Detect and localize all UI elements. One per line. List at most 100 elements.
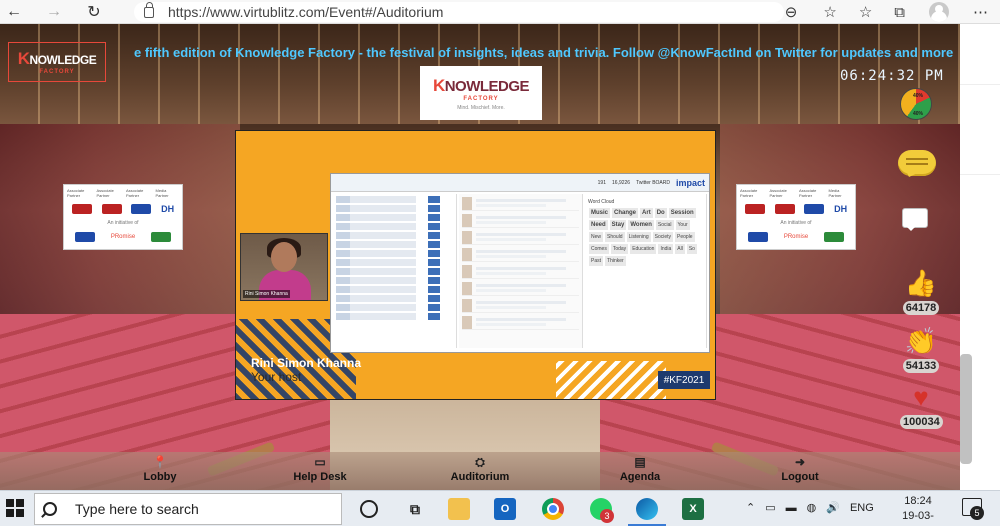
word-cloud-chip: Society [652,232,674,242]
event-logo-corner: KNOWLEDGE FACTORY [8,42,106,82]
sponsor-logo [74,232,95,242]
more-menu-icon[interactable]: ⋯ [973,3,988,21]
word-cloud-chip: Music [589,208,611,218]
word-cloud-chip: So [686,244,697,254]
file-explorer-icon[interactable] [448,498,470,520]
help-desk-icon: ▭ [314,455,326,469]
chat-icon[interactable] [898,150,936,176]
dashboard-brand: impact [675,177,705,188]
taskbar-search[interactable]: Type here to search [34,493,342,525]
nav-lobby[interactable]: 📍 Lobby [120,455,200,483]
system-tray: ⌃ ▭ ▬ ◍ 🔊 ENG [746,501,874,515]
event-clock: 06:24:32 PM [840,68,944,84]
reaction-clap[interactable]: 👏 54133 [900,326,942,374]
windows-taskbar: Type here to search ⧉ O 3 X ⌃ ▭ ▬ ◍ 🔊 EN… [0,490,1000,526]
reaction-heart[interactable]: ♥ 100034 [900,382,943,430]
address-bar[interactable]: https://www.virtublitz.com/Event#/Audito… [134,1,784,22]
nav-help-desk[interactable]: ▭ Help Desk [280,455,360,483]
nav-logout[interactable]: ➜ Logout [760,455,840,483]
word-cloud-chip: India [658,244,674,254]
decor-stripes [556,361,666,399]
word-cloud-chip: Session [668,208,696,218]
word-cloud-chip: Thinker [605,256,626,266]
network-icon[interactable]: ◍ [807,501,817,514]
news-ticker: e fifth edition of Knowledge Factory - t… [134,45,954,60]
chrome-icon[interactable] [542,498,564,520]
tray-expand-icon[interactable]: ⌃ [746,501,755,514]
edge-icon[interactable] [636,498,658,520]
sponsor-dh: DH [834,204,848,214]
heart-icon: ♥ [913,382,929,412]
word-cloud-chip: Stay [609,220,627,230]
page-scrollbar-thumb[interactable] [960,354,972,464]
favorite-star-icon[interactable]: ☆ [823,3,836,21]
reaction-count: 64178 [902,301,940,315]
tray-app-icon[interactable]: ▭ [765,501,775,514]
word-cloud-chip: Past [589,256,604,266]
notification-count: 5 [970,506,984,520]
profile-avatar[interactable] [929,2,949,22]
sponsor-logo [774,204,795,214]
word-cloud-chip: All [675,244,685,254]
logout-icon: ➜ [794,455,806,469]
word-cloud-chip: People [675,232,695,242]
excel-icon[interactable]: X [682,498,704,520]
agenda-icon: ▤ [634,455,646,469]
dashboard-word-cloud: Word Cloud Music Change Art Do Session Need St… [585,194,707,348]
word-cloud-chip: Today [610,244,629,254]
word-cloud-chip: Social [655,220,674,230]
collections-icon[interactable]: ⧉ [894,4,905,21]
location-pin-icon: 📍 [152,455,168,469]
back-button[interactable]: ← [0,0,28,24]
host-name: Rini Simon Khanna [251,356,362,370]
host-webcam: Rini Simon Khanna [240,233,328,301]
sponsor-logo [131,204,152,214]
lock-icon [144,1,154,18]
qa-icon[interactable] [902,208,928,231]
sponsor-logo [101,204,122,214]
word-cloud-chip: Listening [626,232,651,242]
logo-tagline: Mind. Mischief. More. [457,104,505,111]
webcam-name-tag: Rini Simon Khanna [243,290,290,298]
sponsor-logo [824,232,845,242]
word-cloud-chip: Need [589,220,608,230]
video-stream[interactable]: 191 16,9226 Twitter BOARD impact Word Cl… [235,130,716,400]
volume-icon[interactable]: 🔊 [826,501,840,514]
event-hashtag: #KF2021 [658,371,710,389]
browser-actions: ⊖ ☆ ☆ ⧉ ⋯ [785,0,988,24]
language-indicator[interactable]: ENG [850,502,874,514]
word-cloud-chip: Education [630,244,657,254]
word-cloud-title: Word Cloud [588,199,615,205]
battery-icon[interactable]: ▬ [786,502,797,514]
whatsapp-badge: 3 [600,509,614,523]
outlook-icon[interactable]: O [494,498,516,520]
dashboard-topbar: 191 16,9226 Twitter BOARD impact [331,174,709,192]
dashboard-tweets [459,194,583,348]
word-cloud-chip: Women [628,220,654,230]
nav-auditorium[interactable]: ⛭ Auditorium [440,455,520,483]
shared-dashboard: 191 16,9226 Twitter BOARD impact Word Cl… [330,173,710,353]
start-button[interactable] [6,499,24,517]
sponsor-logo [747,232,768,242]
task-view-icon[interactable]: ⧉ [404,498,426,520]
logo-wordmark: KNOWLEDGE [432,75,530,95]
reload-button[interactable]: ↻ [80,0,108,24]
word-cloud-chip: New [589,232,604,242]
screen-root: ← → ↻ https://www.virtublitz.com/Event#/… [0,0,1000,526]
dashboard-list [333,194,457,348]
sponsor-logo [744,204,765,214]
sponsor-dh: DH [161,204,175,214]
reaction-thumbs-up[interactable]: 👍 64178 [900,268,942,316]
auditorium-icon: ⛭ [475,455,485,469]
dashboard-count: 191 [597,179,606,186]
poll-icon[interactable]: 40% 40% [900,88,932,120]
favorites-icon[interactable]: ☆ [859,3,872,21]
cortana-icon[interactable] [360,500,378,518]
nav-agenda[interactable]: ▤ Agenda [600,455,680,483]
zoom-icon[interactable]: ⊖ [785,3,798,21]
logo-sub: FACTORY [463,95,499,102]
page-side-area [960,24,1000,490]
taskbar-clock[interactable]: 18:24 19-03-2021 [890,494,946,526]
forward-button[interactable]: → [40,0,68,24]
reaction-count: 54133 [902,359,940,373]
